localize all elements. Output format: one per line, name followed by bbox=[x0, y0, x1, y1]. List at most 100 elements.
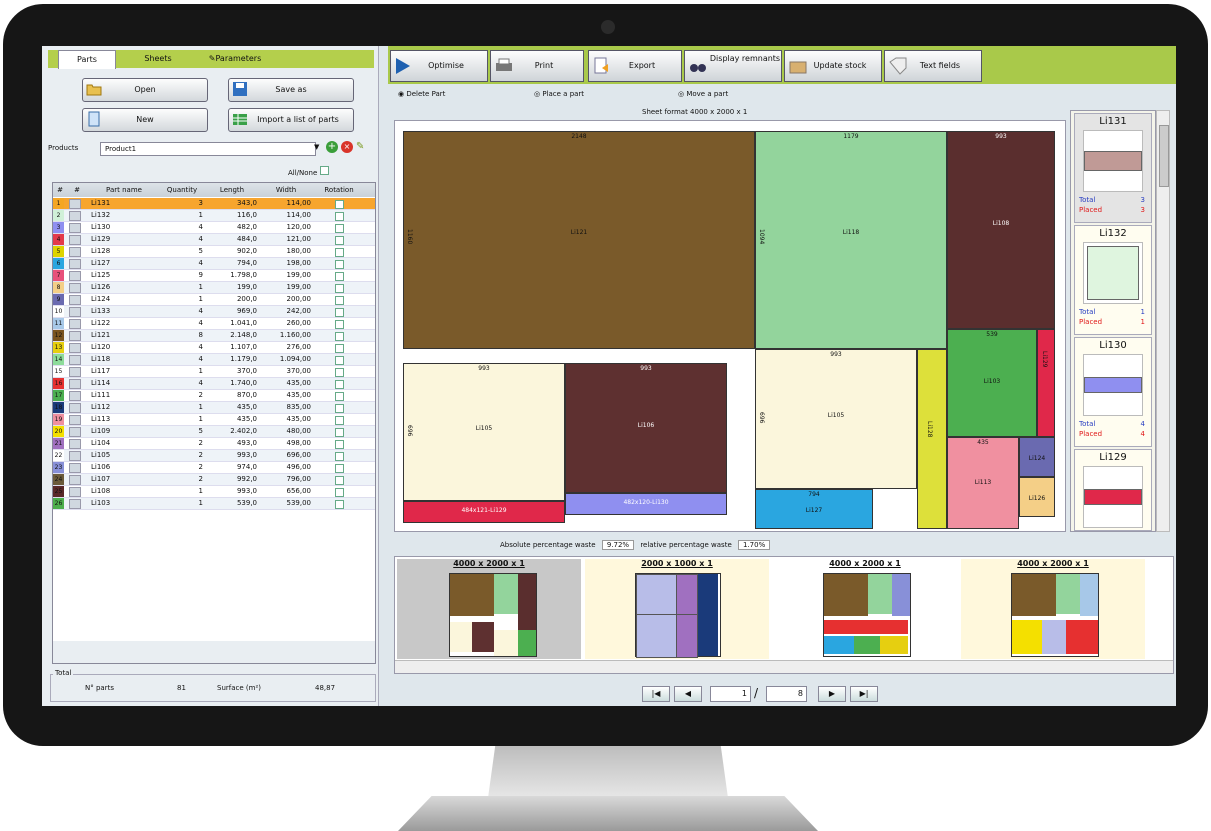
delete-part-action[interactable]: ◉ Delete Part bbox=[398, 90, 445, 98]
plan-part[interactable]: 993 696 Li105 bbox=[755, 349, 917, 489]
row-quantity[interactable]: 4 bbox=[159, 258, 203, 269]
sheet-thumbnail[interactable]: 4000 x 2000 x 1 bbox=[961, 559, 1145, 659]
row-rotation-checkbox[interactable] bbox=[335, 476, 344, 485]
row-width[interactable]: 835,00 bbox=[259, 402, 312, 413]
plan-part[interactable]: 1179 1094 Li118 bbox=[755, 131, 947, 349]
row-rotation-checkbox[interactable] bbox=[335, 452, 344, 461]
thumbnails-scrollbar[interactable] bbox=[395, 660, 1173, 673]
row-quantity[interactable]: 3 bbox=[159, 198, 203, 209]
row-part-name[interactable]: Li129 bbox=[91, 234, 159, 245]
preview-card[interactable]: Li132 Total 1 Placed 1 bbox=[1074, 225, 1152, 335]
table-row[interactable]: 4 Li129 4 484,0 121,00 bbox=[53, 234, 375, 246]
row-width[interactable]: 656,00 bbox=[259, 486, 312, 497]
row-part-name[interactable]: Li104 bbox=[91, 438, 159, 449]
row-rotation-checkbox[interactable] bbox=[335, 464, 344, 473]
row-rotation-checkbox[interactable] bbox=[335, 332, 344, 341]
table-row[interactable]: 23 Li106 2 974,0 496,00 bbox=[53, 462, 375, 474]
row-width[interactable]: 180,00 bbox=[259, 246, 312, 257]
row-rotation-checkbox[interactable] bbox=[335, 416, 344, 425]
col-width[interactable]: Width bbox=[259, 183, 313, 197]
row-length[interactable]: 482,0 bbox=[205, 222, 257, 233]
row-length[interactable]: 1.798,0 bbox=[205, 270, 257, 281]
edit-icon[interactable]: ✎ bbox=[356, 141, 364, 152]
col-part-name[interactable]: Part name bbox=[89, 183, 159, 197]
row-length[interactable]: 2.402,0 bbox=[205, 426, 257, 437]
table-row[interactable]: 1 Li131 3 343,0 114,00 bbox=[53, 198, 375, 210]
row-part-name[interactable]: Li121 bbox=[91, 330, 159, 341]
row-part-name[interactable]: Li126 bbox=[91, 282, 159, 293]
row-quantity[interactable]: 1 bbox=[159, 210, 203, 221]
row-part-name[interactable]: Li107 bbox=[91, 474, 159, 485]
row-quantity[interactable]: 2 bbox=[159, 474, 203, 485]
row-quantity[interactable]: 5 bbox=[159, 426, 203, 437]
plan-part[interactable]: 2148 1160 Li121 bbox=[403, 131, 755, 349]
row-width[interactable]: 435,00 bbox=[259, 414, 312, 425]
row-width[interactable]: 435,00 bbox=[259, 378, 312, 389]
preview-card[interactable]: Li130 Total 4 Placed 4 bbox=[1074, 337, 1152, 447]
row-length[interactable]: 870,0 bbox=[205, 390, 257, 401]
plan-part[interactable]: Li126 bbox=[1019, 477, 1055, 517]
row-width[interactable]: 200,00 bbox=[259, 294, 312, 305]
export-button[interactable]: Export bbox=[588, 50, 682, 82]
table-row[interactable]: 14 Li118 4 1.179,0 1.094,00 bbox=[53, 354, 375, 366]
row-width[interactable]: 276,00 bbox=[259, 342, 312, 353]
row-part-name[interactable]: Li103 bbox=[91, 498, 159, 509]
table-row[interactable]: 3 Li130 4 482,0 120,00 bbox=[53, 222, 375, 234]
row-quantity[interactable]: 4 bbox=[159, 222, 203, 233]
product-select[interactable]: Product1 bbox=[100, 142, 316, 156]
table-row[interactable]: 10 Li133 4 969,0 242,00 bbox=[53, 306, 375, 318]
move-part-action[interactable]: ◎ Move a part bbox=[678, 90, 728, 98]
tab-parts[interactable]: Parts bbox=[58, 50, 116, 69]
delete-icon[interactable]: × bbox=[341, 141, 353, 153]
row-rotation-checkbox[interactable] bbox=[335, 500, 344, 509]
table-row[interactable]: 24 Li107 2 992,0 796,00 bbox=[53, 474, 375, 486]
row-quantity[interactable]: 1 bbox=[159, 294, 203, 305]
plan-part[interactable]: 993 696 Li105 bbox=[403, 363, 565, 501]
row-part-name[interactable]: Li112 bbox=[91, 402, 159, 413]
row-part-name[interactable]: Li120 bbox=[91, 342, 159, 353]
table-row[interactable]: 13 Li120 4 1.107,0 276,00 bbox=[53, 342, 375, 354]
table-row[interactable]: 11 Li122 4 1.041,0 260,00 bbox=[53, 318, 375, 330]
row-length[interactable]: 370,0 bbox=[205, 366, 257, 377]
row-quantity[interactable]: 2 bbox=[159, 450, 203, 461]
all-none-checkbox[interactable] bbox=[319, 166, 329, 175]
row-rotation-checkbox[interactable] bbox=[335, 344, 344, 353]
row-width[interactable]: 114,00 bbox=[259, 210, 312, 221]
scrollbar-thumb[interactable] bbox=[1159, 125, 1169, 187]
row-quantity[interactable]: 4 bbox=[159, 354, 203, 365]
row-width[interactable]: 435,00 bbox=[259, 390, 312, 401]
row-part-name[interactable]: Li106 bbox=[91, 462, 159, 473]
row-length[interactable]: 199,0 bbox=[205, 282, 257, 293]
col-rotation[interactable]: Rotation bbox=[313, 183, 365, 197]
row-width[interactable]: 370,00 bbox=[259, 366, 312, 377]
table-row[interactable]: 7 Li125 9 1.798,0 199,00 bbox=[53, 270, 375, 282]
row-width[interactable]: 260,00 bbox=[259, 318, 312, 329]
row-quantity[interactable]: 4 bbox=[159, 234, 203, 245]
row-width[interactable]: 480,00 bbox=[259, 426, 312, 437]
save-as-button[interactable]: Save as bbox=[228, 78, 354, 102]
row-rotation-checkbox[interactable] bbox=[335, 428, 344, 437]
row-length[interactable]: 435,0 bbox=[205, 414, 257, 425]
plan-part[interactable]: Li128 bbox=[917, 349, 947, 529]
table-row[interactable]: 20 Li109 5 2.402,0 480,00 bbox=[53, 426, 375, 438]
row-rotation-checkbox[interactable] bbox=[335, 236, 344, 245]
row-rotation-checkbox[interactable] bbox=[335, 212, 344, 221]
row-length[interactable]: 493,0 bbox=[205, 438, 257, 449]
row-rotation-checkbox[interactable] bbox=[335, 224, 344, 233]
row-rotation-checkbox[interactable] bbox=[335, 404, 344, 413]
row-part-name[interactable]: Li118 bbox=[91, 354, 159, 365]
row-part-name[interactable]: Li122 bbox=[91, 318, 159, 329]
row-rotation-checkbox[interactable] bbox=[335, 488, 344, 497]
update-stock-button[interactable]: Update stock bbox=[784, 50, 882, 82]
row-rotation-checkbox[interactable] bbox=[335, 260, 344, 269]
row-part-name[interactable]: Li117 bbox=[91, 366, 159, 377]
first-page-icon[interactable]: |◀ bbox=[642, 686, 670, 702]
row-part-name[interactable]: Li130 bbox=[91, 222, 159, 233]
plan-part[interactable]: 539 Li103 bbox=[947, 329, 1037, 437]
plan-part[interactable]: 435 Li113 bbox=[947, 437, 1019, 529]
row-quantity[interactable]: 1 bbox=[159, 486, 203, 497]
new-button[interactable]: New bbox=[82, 108, 208, 132]
row-quantity[interactable]: 4 bbox=[159, 378, 203, 389]
chevron-down-icon[interactable]: ▼ bbox=[314, 143, 319, 151]
plan-part[interactable]: 993 Li106 bbox=[565, 363, 727, 493]
